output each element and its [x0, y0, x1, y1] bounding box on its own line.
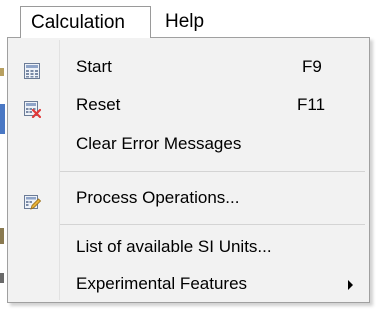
calculator-reset-icon — [23, 96, 42, 119]
menu-help-label: Help — [165, 11, 205, 32]
menu-help[interactable]: Help — [155, 6, 235, 38]
menu-item-clear-errors-label: Clear Error Messages — [76, 134, 242, 153]
menu-item-start-label: Start — [76, 57, 112, 76]
menu-item-reset[interactable]: Reset F11 — [10, 88, 367, 122]
process-edit-icon — [23, 189, 42, 210]
calculation-dropdown: Start F9 Reset F11 Clear Error Messages … — [7, 37, 370, 303]
menu-separator — [60, 171, 365, 172]
menu-item-clear-errors[interactable]: Clear Error Messages — [10, 127, 367, 161]
menu-item-si-units[interactable]: List of available SI Units... — [10, 230, 367, 264]
menu-separator — [60, 224, 365, 225]
edge-fragment — [0, 273, 4, 283]
menu-bar: Calculation Help — [0, 0, 378, 38]
menu-item-experimental-features-label: Experimental Features — [76, 274, 248, 293]
menu-item-reset-shortcut: F11 — [297, 95, 326, 114]
menu-calculation[interactable]: Calculation — [20, 6, 151, 38]
menu-calculation-label: Calculation — [31, 12, 125, 33]
menu-item-process-operations[interactable]: Process Operations... — [10, 181, 367, 215]
edge-fragment — [0, 68, 4, 76]
menu-item-process-operations-label: Process Operations... — [76, 188, 240, 207]
menu-item-start[interactable]: Start F9 — [10, 50, 367, 84]
menu-item-experimental-features[interactable]: Experimental Features — [10, 267, 367, 301]
menu-item-start-shortcut: F9 — [302, 57, 322, 76]
app-window: Calculation Help Start F9 Reset F11 Clea… — [0, 0, 378, 311]
submenu-arrow-icon — [348, 280, 353, 290]
menu-item-reset-label: Reset — [76, 95, 121, 114]
edge-fragment — [0, 104, 5, 134]
edge-fragment — [0, 228, 4, 244]
calculator-grid-icon — [23, 58, 41, 79]
window-edge — [0, 38, 6, 311]
menu-item-si-units-label: List of available SI Units... — [76, 237, 272, 256]
